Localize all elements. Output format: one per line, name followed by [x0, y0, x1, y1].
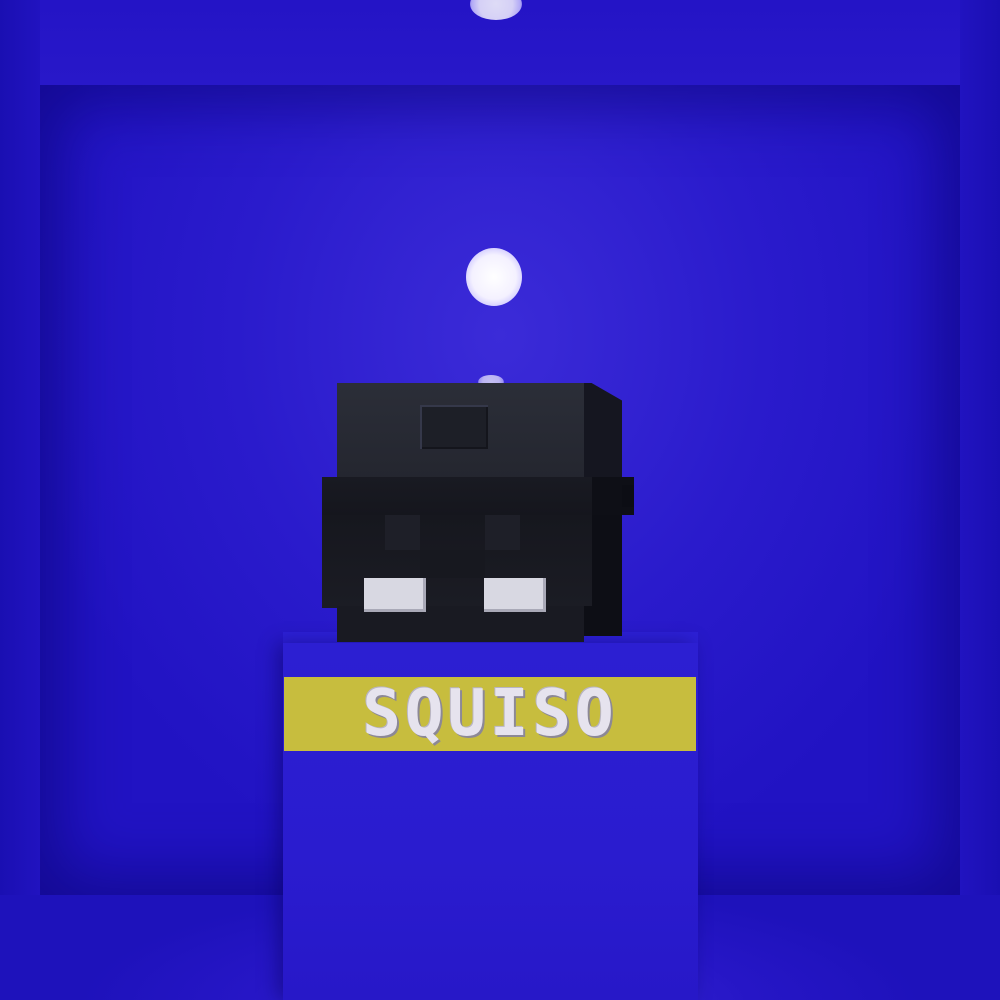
helmet-face-detail: [485, 515, 520, 550]
left-eye: [364, 578, 426, 612]
render-scene: SQUISO: [0, 0, 1000, 1000]
helmet-band: [322, 477, 592, 515]
helmet-face-side: [592, 515, 622, 608]
room-left-wall: [0, 0, 40, 1000]
helmet-ear: [622, 485, 634, 507]
helmet-face-detail: [385, 515, 420, 550]
helmet-chin-side: [584, 606, 622, 636]
name-plate: SQUISO: [284, 677, 696, 751]
right-eye: [484, 578, 546, 612]
room-right-wall: [960, 0, 1000, 1000]
helmet-top-side: [584, 383, 622, 480]
helmet-slot: [420, 405, 488, 449]
light-orb: [466, 248, 522, 306]
name-plate-label: SQUISO: [362, 677, 618, 751]
helmet-face-detail: [420, 550, 485, 578]
